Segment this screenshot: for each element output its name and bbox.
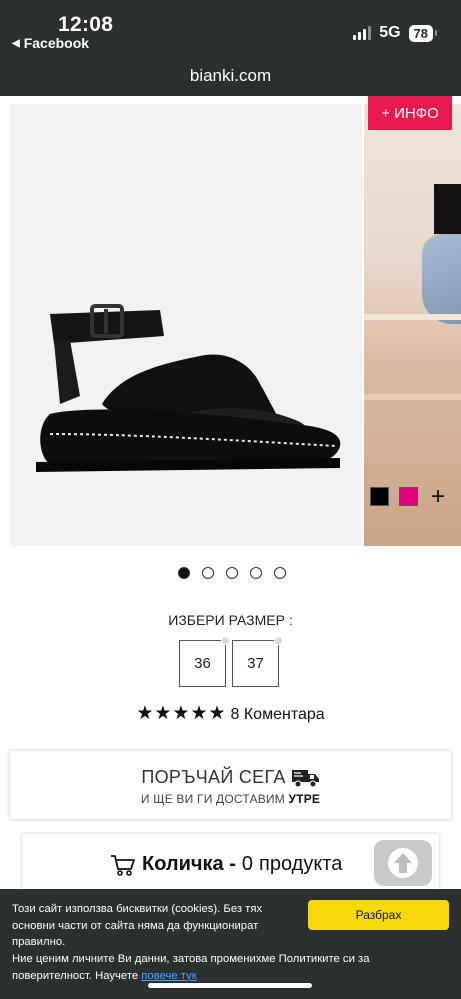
signal-icon [353,26,372,40]
plus-icon[interactable]: + [428,485,448,509]
order-subtitle-highlight: УТРЕ [288,792,321,806]
cookie-banner: Този сайт използва бисквитки (cookies). … [0,889,461,999]
cookie-accept-button[interactable]: Разбрах [308,900,449,930]
color-swatches: + [370,485,448,509]
comments-count: 8 Коментара [230,706,325,723]
size-indicator-icon [274,636,283,645]
privacy-text: Ние ценим личните Ви данни, затова проме… [12,953,370,982]
pagination-dot-4[interactable] [250,567,262,579]
privacy-link[interactable]: повече тук [141,970,196,982]
url-bar[interactable]: bianki.com [0,66,461,86]
pagination-dot-3[interactable] [226,567,238,579]
truck-icon [291,769,319,787]
home-indicator [148,983,312,988]
battery-icon: 78 [408,24,438,42]
size-option-37[interactable]: 37 [232,636,283,687]
model-jeans-image [422,234,461,324]
size-option-36[interactable]: 36 [179,636,230,687]
browser-top-bar: 12:08 ◀ Facebook 5G 78 bianki.com [0,0,461,96]
cookie-text: Този сайт използва бисквитки (cookies). … [12,903,263,949]
page: 12:08 ◀ Facebook 5G 78 bianki.com + ИНФО… [0,0,461,999]
size-indicator-icon [221,636,230,645]
pagination-dot-2[interactable] [202,567,214,579]
product-gallery[interactable] [0,96,461,548]
size-selector-label: ИЗБЕРИ РАЗМЕР : [168,612,293,628]
back-to-facebook[interactable]: ◀ Facebook [12,35,89,51]
product-image-next[interactable] [364,104,461,546]
star-rating-icon: ★★★★★ [136,703,227,724]
network-type: 5G [379,24,401,41]
back-arrow-icon: ◀ [12,37,20,49]
status-time: 12:08 [58,13,114,36]
arrow-up-icon [388,848,418,878]
order-subtitle: И ЩЕ ВИ ГИ ДОСТАВИМ [140,792,285,806]
size-selector: 36 37 [179,636,283,687]
swatch-pink[interactable] [399,487,418,506]
back-label: Facebook [23,35,90,51]
status-indicators: 5G 78 [353,24,438,42]
order-now-button[interactable]: ПОРЪЧАЙ СЕГА И ЩЕ ВИ ГИ ДОСТАВИМ УТРЕ [10,751,451,819]
size-option-label: 37 [247,655,264,672]
pagination-dot-5[interactable] [274,567,286,579]
product-image[interactable] [10,104,362,546]
cart-label: Количка - [142,853,236,875]
info-button[interactable]: + ИНФО [368,96,452,130]
scroll-to-top-button[interactable] [374,840,432,886]
size-option-label: 36 [194,655,211,672]
sandal-image [10,104,362,546]
order-title: ПОРЪЧАЙ СЕГА [141,767,286,787]
cart-count: 0 [241,853,254,875]
model-top-image [434,184,461,234]
pagination-dot-1[interactable] [178,567,190,579]
gallery-pagination [178,567,286,579]
product-rating[interactable]: ★★★★★ 8 Коментара [0,702,461,725]
cart-unit: продукта [259,853,343,875]
cart-icon [111,854,135,876]
swatch-black[interactable] [370,487,389,506]
